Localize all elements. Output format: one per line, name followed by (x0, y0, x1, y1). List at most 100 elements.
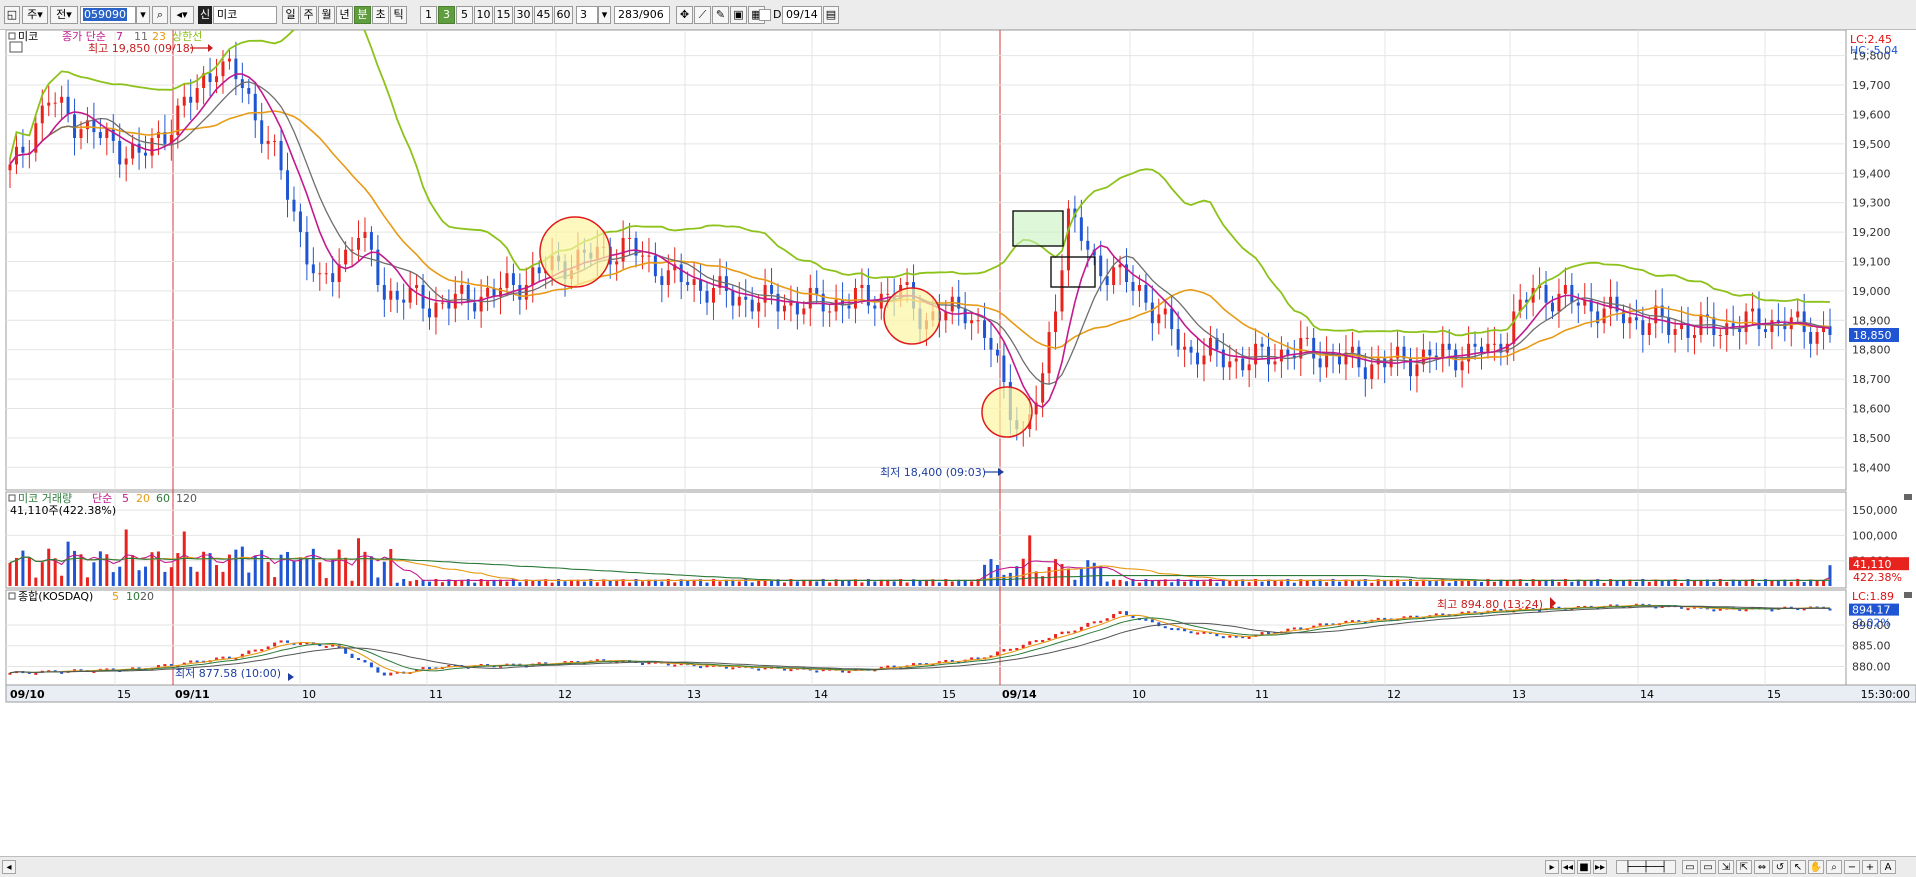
volume-bar (473, 582, 477, 586)
interval-60-button[interactable]: 60 (554, 6, 573, 24)
zoom-out-icon[interactable]: − (1844, 860, 1860, 874)
interval-input[interactable]: 3 (576, 6, 598, 24)
candle-body (989, 337, 993, 350)
play-icon[interactable]: ▸▸ (1593, 860, 1607, 874)
volume-bar (1215, 582, 1219, 586)
candle-body (802, 308, 806, 315)
interval-45-button[interactable]: 45 (534, 6, 553, 24)
candle-body (1634, 317, 1638, 321)
candle-body (215, 76, 219, 83)
date-input[interactable]: 09/14 (782, 6, 822, 24)
period-week-button[interactable]: 주 (300, 6, 317, 24)
candle-body (324, 273, 328, 275)
interval-5-button[interactable]: 5 (456, 6, 473, 24)
index-candle (815, 670, 819, 673)
price-y-label: 19,300 (1852, 197, 1891, 210)
candle-body (1486, 343, 1490, 353)
candle-body (279, 140, 283, 171)
box2-icon[interactable]: ▭ (1700, 860, 1716, 874)
date-checkbox[interactable] (759, 9, 771, 21)
stock-chart[interactable]: 09/10 15 09/11 10 11 12 13 14 15 09/14 10 11 12 13 14 1… (0, 0, 1916, 856)
volume-y-label: 150,000 (1852, 504, 1898, 517)
candle-body (1047, 332, 1051, 374)
box-icon[interactable]: ▭ (1682, 860, 1698, 874)
price-y-label: 19,700 (1852, 79, 1891, 92)
volume-bar (1557, 581, 1561, 586)
cursor-icon[interactable]: ↖ (1790, 860, 1806, 874)
shrink-icon[interactable]: ⇱ (1736, 860, 1752, 874)
zoom-in-icon[interactable]: + (1862, 860, 1878, 874)
x-tick-label: 11 (1255, 688, 1269, 701)
chart-type-select[interactable]: 주▾ (22, 6, 48, 24)
font-size-icon[interactable]: A (1880, 860, 1896, 874)
volume-bar (918, 580, 922, 586)
current-volume-label: 41,110 (1853, 558, 1892, 571)
hand-icon[interactable]: ✋ (1808, 860, 1824, 874)
volume-bar (440, 582, 444, 586)
volume-bar (873, 581, 877, 586)
volume-bar (595, 582, 599, 586)
expand-icon[interactable]: ⇲ (1718, 860, 1734, 874)
period-second-button[interactable]: 초 (372, 6, 389, 24)
candle-body (227, 58, 231, 62)
period-month-button[interactable]: 월 (318, 6, 335, 24)
crosshair-icon[interactable]: ✥ (676, 6, 693, 24)
volume-bar (582, 581, 586, 586)
scroll-left-icon[interactable]: ◂ (2, 860, 16, 874)
x-tick-label: 15 (942, 688, 956, 701)
index-candle (1060, 631, 1064, 635)
fit-icon[interactable]: ⇔ (1754, 860, 1770, 874)
zoom-icon[interactable]: ⌕ (1826, 860, 1842, 874)
layout-icon[interactable]: ◱ (4, 6, 20, 24)
candle-body (111, 129, 115, 141)
index-candle (1163, 626, 1167, 629)
candle-body (53, 102, 57, 104)
volume-bar (950, 581, 954, 586)
scroll-right-icon[interactable]: ▸ (1545, 860, 1559, 874)
restore-icon[interactable]: ↺ (1772, 860, 1788, 874)
index-candle (1189, 631, 1193, 634)
code-dropdown-icon[interactable]: ▾ (136, 6, 150, 24)
volume-bar (144, 566, 148, 586)
calendar-icon[interactable]: ▤ (823, 6, 839, 24)
legend-marker (8, 32, 16, 40)
candle-body (1763, 329, 1767, 333)
interval-dropdown-icon[interactable]: ▾ (598, 6, 611, 24)
index-candle (1221, 636, 1225, 639)
interval-15-button[interactable]: 15 (494, 6, 513, 24)
zoom-slider[interactable]: ├──┼──┤ (1616, 860, 1676, 874)
draw-icon[interactable]: ✎ (712, 6, 729, 24)
stock-name-field[interactable]: 미코 (213, 6, 277, 24)
interval-3-button[interactable]: 3 (438, 6, 455, 24)
period-year-button[interactable]: 년 (336, 6, 353, 24)
period-tick-button[interactable]: 틱 (390, 6, 407, 24)
market-label: 전 (56, 8, 67, 21)
candle-body (1060, 270, 1064, 312)
search-icon[interactable]: ⌕ (152, 6, 168, 24)
volume-bar (1492, 581, 1496, 586)
index-candle (1125, 611, 1129, 615)
market-select[interactable]: 전▾ (50, 6, 78, 24)
volume-bar (615, 580, 619, 586)
volume-bar (1086, 560, 1090, 586)
candle-body (1628, 317, 1632, 324)
save-icon[interactable]: ▣ (730, 6, 747, 24)
index-legend-period: 10 (126, 590, 140, 603)
horizontal-scrollbar[interactable]: ◂ ▸ ◂◂ ■ ▸▸ ├──┼──┤ ▭ ▭ ⇲ ⇱ ⇔ ↺ ↖ ✋ ⌕ − … (0, 856, 1916, 877)
speaker-icon[interactable]: ◂▾ (170, 6, 194, 24)
volume-bar (563, 581, 567, 586)
index-candle (757, 668, 761, 671)
interval-30-button[interactable]: 30 (514, 6, 533, 24)
rewind-icon[interactable]: ◂◂ (1561, 860, 1575, 874)
stop-icon[interactable]: ■ (1577, 860, 1591, 874)
interval-10-button[interactable]: 10 (474, 6, 493, 24)
period-day-button[interactable]: 일 (282, 6, 299, 24)
x-tick-label: 15 (1767, 688, 1781, 701)
stock-code-input[interactable]: 059090 (80, 6, 136, 24)
candle-body (1692, 334, 1696, 338)
volume-bar (937, 582, 941, 586)
volume-bar (1312, 580, 1316, 586)
period-minute-button[interactable]: 분 (354, 6, 371, 24)
interval-1-button[interactable]: 1 (420, 6, 437, 24)
trend-icon[interactable]: ⟋ (694, 6, 711, 24)
